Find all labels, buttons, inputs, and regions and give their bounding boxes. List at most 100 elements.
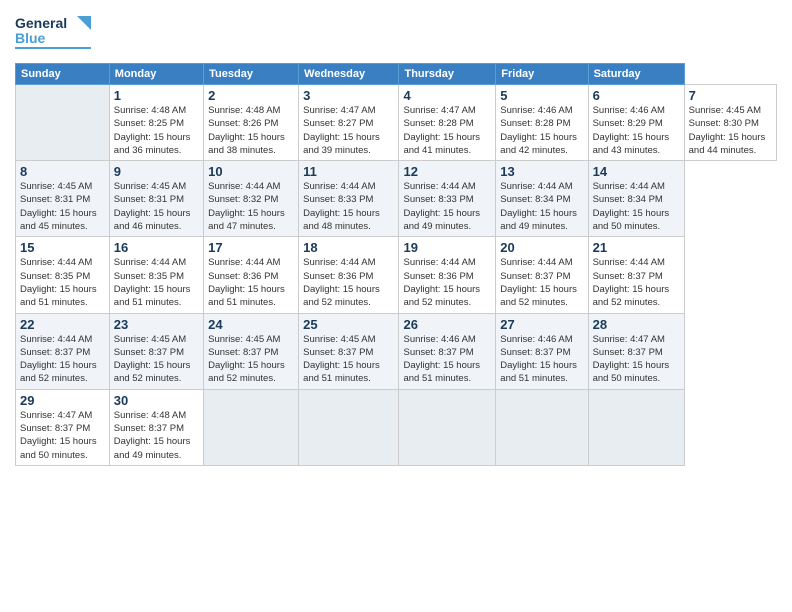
day-number: 21 [593, 240, 680, 255]
day-info: Sunrise: 4:46 AM Sunset: 8:28 PM Dayligh… [500, 104, 583, 157]
sunrise: Sunrise: 4:46 AM [500, 333, 583, 346]
daylight: Daylight: 15 hours and 45 minutes. [20, 207, 105, 234]
calendar-day-cell [16, 85, 110, 161]
day-number: 12 [403, 164, 491, 179]
sunset: Sunset: 8:37 PM [593, 270, 680, 283]
sunset: Sunset: 8:34 PM [593, 193, 680, 206]
sunrise: Sunrise: 4:44 AM [20, 333, 105, 346]
calendar-day-cell [204, 389, 299, 465]
day-number: 13 [500, 164, 583, 179]
calendar-day-cell: 28 Sunrise: 4:47 AM Sunset: 8:37 PM Dayl… [588, 313, 684, 389]
sunset: Sunset: 8:32 PM [208, 193, 294, 206]
day-number: 8 [20, 164, 105, 179]
day-info: Sunrise: 4:47 AM Sunset: 8:28 PM Dayligh… [403, 104, 491, 157]
sunrise: Sunrise: 4:47 AM [403, 104, 491, 117]
daylight: Daylight: 15 hours and 51 minutes. [303, 359, 394, 386]
sunrise: Sunrise: 4:45 AM [114, 180, 199, 193]
day-number: 18 [303, 240, 394, 255]
calendar-day-cell: 14 Sunrise: 4:44 AM Sunset: 8:34 PM Dayl… [588, 161, 684, 237]
calendar-day-cell: 10 Sunrise: 4:44 AM Sunset: 8:32 PM Dayl… [204, 161, 299, 237]
daylight: Daylight: 15 hours and 39 minutes. [303, 131, 394, 158]
sunrise: Sunrise: 4:44 AM [403, 256, 491, 269]
sunset: Sunset: 8:37 PM [500, 270, 583, 283]
day-number: 6 [593, 88, 680, 103]
calendar-day-cell: 21 Sunrise: 4:44 AM Sunset: 8:37 PM Dayl… [588, 237, 684, 313]
day-number: 11 [303, 164, 394, 179]
day-number: 10 [208, 164, 294, 179]
svg-text:General: General [15, 15, 67, 31]
sunrise: Sunrise: 4:47 AM [303, 104, 394, 117]
day-info: Sunrise: 4:44 AM Sunset: 8:36 PM Dayligh… [403, 256, 491, 309]
sunrise: Sunrise: 4:44 AM [593, 256, 680, 269]
day-info: Sunrise: 4:48 AM Sunset: 8:26 PM Dayligh… [208, 104, 294, 157]
sunrise: Sunrise: 4:48 AM [208, 104, 294, 117]
sunset: Sunset: 8:30 PM [689, 117, 772, 130]
day-number: 14 [593, 164, 680, 179]
day-info: Sunrise: 4:48 AM Sunset: 8:25 PM Dayligh… [114, 104, 199, 157]
day-info: Sunrise: 4:45 AM Sunset: 8:30 PM Dayligh… [689, 104, 772, 157]
sunrise: Sunrise: 4:44 AM [20, 256, 105, 269]
calendar-day-cell: 16 Sunrise: 4:44 AM Sunset: 8:35 PM Dayl… [109, 237, 203, 313]
day-number: 17 [208, 240, 294, 255]
calendar-day-cell: 26 Sunrise: 4:46 AM Sunset: 8:37 PM Dayl… [399, 313, 496, 389]
sunset: Sunset: 8:28 PM [500, 117, 583, 130]
day-number: 2 [208, 88, 294, 103]
daylight: Daylight: 15 hours and 52 minutes. [403, 283, 491, 310]
calendar-day-cell: 8 Sunrise: 4:45 AM Sunset: 8:31 PM Dayli… [16, 161, 110, 237]
sunrise: Sunrise: 4:44 AM [208, 256, 294, 269]
sunrise: Sunrise: 4:45 AM [208, 333, 294, 346]
daylight: Daylight: 15 hours and 51 minutes. [114, 283, 199, 310]
calendar-day-cell [399, 389, 496, 465]
day-number: 23 [114, 317, 199, 332]
sunset: Sunset: 8:31 PM [20, 193, 105, 206]
sunrise: Sunrise: 4:44 AM [593, 180, 680, 193]
daylight: Daylight: 15 hours and 46 minutes. [114, 207, 199, 234]
daylight: Daylight: 15 hours and 52 minutes. [593, 283, 680, 310]
sunrise: Sunrise: 4:44 AM [403, 180, 491, 193]
calendar-day-cell: 1 Sunrise: 4:48 AM Sunset: 8:25 PM Dayli… [109, 85, 203, 161]
sunrise: Sunrise: 4:44 AM [303, 256, 394, 269]
sunset: Sunset: 8:37 PM [114, 422, 199, 435]
daylight: Daylight: 15 hours and 38 minutes. [208, 131, 294, 158]
sunrise: Sunrise: 4:44 AM [114, 256, 199, 269]
daylight: Daylight: 15 hours and 44 minutes. [689, 131, 772, 158]
calendar-day-cell: 12 Sunrise: 4:44 AM Sunset: 8:33 PM Dayl… [399, 161, 496, 237]
calendar-day-cell: 27 Sunrise: 4:46 AM Sunset: 8:37 PM Dayl… [496, 313, 588, 389]
calendar-day-cell: 29 Sunrise: 4:47 AM Sunset: 8:37 PM Dayl… [16, 389, 110, 465]
day-number: 26 [403, 317, 491, 332]
day-info: Sunrise: 4:44 AM Sunset: 8:36 PM Dayligh… [208, 256, 294, 309]
calendar-day-cell: 17 Sunrise: 4:44 AM Sunset: 8:36 PM Dayl… [204, 237, 299, 313]
daylight: Daylight: 15 hours and 49 minutes. [500, 207, 583, 234]
calendar-day-cell: 19 Sunrise: 4:44 AM Sunset: 8:36 PM Dayl… [399, 237, 496, 313]
day-info: Sunrise: 4:44 AM Sunset: 8:32 PM Dayligh… [208, 180, 294, 233]
col-wednesday: Wednesday [299, 64, 399, 85]
calendar-week-row: 29 Sunrise: 4:47 AM Sunset: 8:37 PM Dayl… [16, 389, 777, 465]
sunrise: Sunrise: 4:44 AM [500, 256, 583, 269]
sunrise: Sunrise: 4:48 AM [114, 104, 199, 117]
day-info: Sunrise: 4:45 AM Sunset: 8:31 PM Dayligh… [20, 180, 105, 233]
col-friday: Friday [496, 64, 588, 85]
sunset: Sunset: 8:36 PM [303, 270, 394, 283]
day-info: Sunrise: 4:44 AM Sunset: 8:34 PM Dayligh… [593, 180, 680, 233]
day-number: 7 [689, 88, 772, 103]
day-info: Sunrise: 4:44 AM Sunset: 8:35 PM Dayligh… [20, 256, 105, 309]
calendar-day-cell: 9 Sunrise: 4:45 AM Sunset: 8:31 PM Dayli… [109, 161, 203, 237]
daylight: Daylight: 15 hours and 48 minutes. [303, 207, 394, 234]
calendar-day-cell: 20 Sunrise: 4:44 AM Sunset: 8:37 PM Dayl… [496, 237, 588, 313]
day-number: 19 [403, 240, 491, 255]
calendar-day-cell: 15 Sunrise: 4:44 AM Sunset: 8:35 PM Dayl… [16, 237, 110, 313]
sunrise: Sunrise: 4:45 AM [20, 180, 105, 193]
day-number: 5 [500, 88, 583, 103]
sunset: Sunset: 8:26 PM [208, 117, 294, 130]
day-info: Sunrise: 4:47 AM Sunset: 8:37 PM Dayligh… [20, 409, 105, 462]
sunset: Sunset: 8:36 PM [403, 270, 491, 283]
day-number: 28 [593, 317, 680, 332]
daylight: Daylight: 15 hours and 50 minutes. [593, 359, 680, 386]
day-info: Sunrise: 4:48 AM Sunset: 8:37 PM Dayligh… [114, 409, 199, 462]
sunset: Sunset: 8:33 PM [403, 193, 491, 206]
col-sunday: Sunday [16, 64, 110, 85]
sunrise: Sunrise: 4:48 AM [114, 409, 199, 422]
day-info: Sunrise: 4:47 AM Sunset: 8:37 PM Dayligh… [593, 333, 680, 386]
day-number: 20 [500, 240, 583, 255]
calendar-day-cell: 23 Sunrise: 4:45 AM Sunset: 8:37 PM Dayl… [109, 313, 203, 389]
